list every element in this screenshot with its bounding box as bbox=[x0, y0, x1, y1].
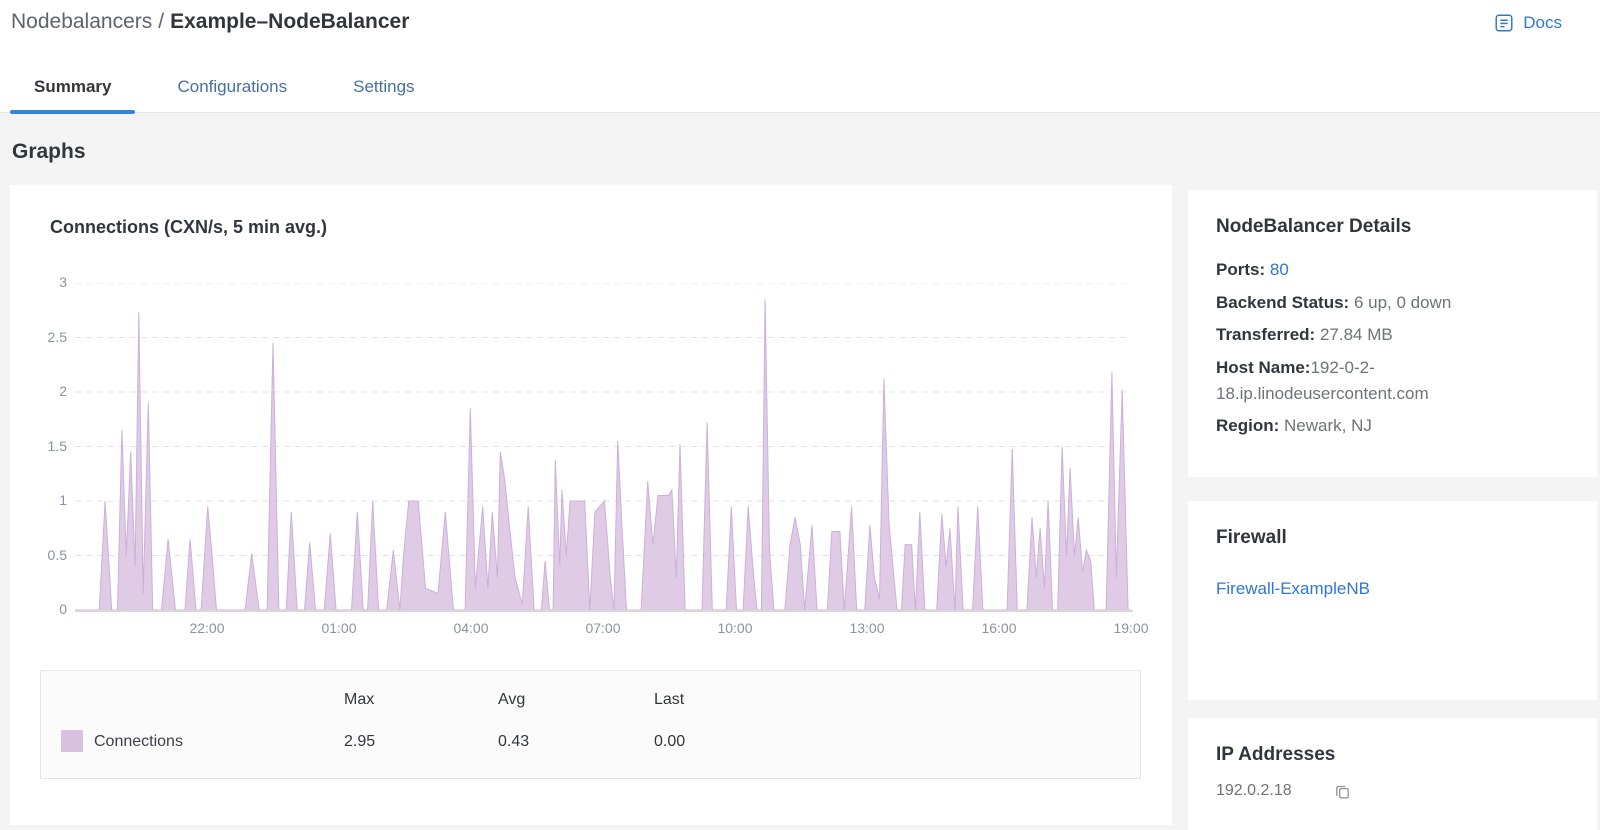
y-axis-tick-label: 1.5 bbox=[47, 437, 67, 454]
connections-swatch bbox=[61, 730, 83, 752]
y-axis-tick-label: 0 bbox=[59, 601, 67, 617]
backend-status-row: Backend Status: 6 up, 0 down bbox=[1216, 287, 1569, 320]
connections-area bbox=[75, 299, 1131, 610]
copy-ip-button[interactable] bbox=[1334, 783, 1351, 800]
ports-label: Ports: bbox=[1216, 260, 1266, 279]
breadcrumb-nodebalancers-link[interactable]: Nodebalancers bbox=[11, 10, 152, 33]
page-title: Graphs bbox=[12, 140, 86, 163]
legend-value-max: 2.95 bbox=[344, 733, 376, 750]
ports-row: Ports: 80 bbox=[1216, 254, 1569, 287]
port-80-link[interactable]: 80 bbox=[1270, 260, 1289, 279]
tab-configurations[interactable]: Configurations bbox=[153, 62, 311, 112]
x-axis-tick-label: 13:00 bbox=[849, 620, 885, 636]
legend-value-avg: 0.43 bbox=[498, 733, 530, 750]
firewall-panel: Firewall Firewall-ExampleNB bbox=[1188, 501, 1597, 700]
y-axis-tick-label: 0.5 bbox=[47, 546, 67, 563]
x-axis-tick-label: 10:00 bbox=[717, 620, 753, 636]
firewall-panel-title: Firewall bbox=[1216, 527, 1287, 548]
tab-configurations-label: Configurations bbox=[177, 77, 288, 96]
region-label: Region: bbox=[1216, 415, 1280, 435]
ip-addresses-panel: IP Addresses 192.0.2.18 bbox=[1188, 718, 1597, 830]
tab-bar: Summary Configurations Settings bbox=[10, 62, 457, 114]
nodebalancer-details-panel: NodeBalancer Details Ports: 80 Backend S… bbox=[1188, 190, 1597, 477]
region-value: Newark, NJ bbox=[1284, 415, 1372, 435]
backend-status-label: Backend Status: bbox=[1216, 292, 1350, 312]
connections-area-svg bbox=[75, 283, 1131, 610]
page-header: Nodebalancers / Example–NodeBalancer Docs … bbox=[0, 0, 1600, 114]
x-axis-tick-label: 04:00 bbox=[453, 620, 489, 636]
x-axis-tick-label: 16:00 bbox=[981, 620, 1017, 636]
tab-summary-label: Summary bbox=[34, 77, 112, 96]
docs-link[interactable]: Docs bbox=[1493, 12, 1562, 34]
ip-address-row: 192.0.2.18 bbox=[1216, 782, 1569, 800]
y-axis-tick-label: 1 bbox=[59, 492, 67, 508]
host-name-label: Host Name: bbox=[1216, 357, 1311, 377]
y-axis-tick-label: 2 bbox=[59, 383, 67, 399]
backend-status-value: 6 up, 0 down bbox=[1353, 292, 1452, 312]
copy-icon bbox=[1335, 785, 1349, 799]
tab-summary[interactable]: Summary bbox=[10, 62, 136, 114]
y-axis-tick-label: 3 bbox=[59, 274, 67, 290]
ip-address-value: 192.0.2.18 bbox=[1216, 782, 1292, 799]
connections-area-chart: 0 0.5 1 1.5 2 2.5 3 22:00 01:00 04:00 07:00 10:00 13… bbox=[48, 274, 1149, 636]
breadcrumb-current: Example–NodeBalancer bbox=[170, 10, 410, 33]
active-tab-underline bbox=[10, 110, 136, 114]
y-axis-tick-label: 2.5 bbox=[47, 328, 67, 345]
transferred-label: Transferred: bbox=[1216, 325, 1316, 344]
transferred-value: 27.84 MB bbox=[1319, 325, 1393, 344]
x-axis-tick-label: 22:00 bbox=[189, 620, 225, 636]
breadcrumb: Nodebalancers / Example–NodeBalancer bbox=[11, 10, 409, 34]
legend-header-avg: Avg bbox=[498, 691, 526, 708]
legend-header-last: Last bbox=[654, 691, 685, 708]
x-axis-tick-label: 01:00 bbox=[321, 620, 357, 636]
details-panel-title: NodeBalancer Details bbox=[1216, 216, 1412, 237]
chart-title: Connections (CXN/s, 5 min avg.) bbox=[50, 217, 328, 237]
docs-label: Docs bbox=[1523, 13, 1562, 32]
legend-table: Max Avg Last Connections 2.95 0.43 0.00 bbox=[40, 670, 1141, 779]
host-name-row: Host Name:192-0-2-18.ip.linodeuserconten… bbox=[1216, 355, 1546, 407]
ip-panel-title: IP Addresses bbox=[1216, 744, 1336, 765]
docs-icon bbox=[1495, 14, 1513, 32]
tab-settings-label: Settings bbox=[353, 77, 415, 96]
legend-value-last: 0.00 bbox=[654, 733, 686, 750]
x-axis-line bbox=[75, 610, 1133, 612]
breadcrumb-separator: / bbox=[158, 10, 165, 33]
x-axis-tick-label: 19:00 bbox=[1113, 620, 1149, 636]
tab-settings[interactable]: Settings bbox=[329, 62, 438, 112]
transferred-row: Transferred: 27.84 MB bbox=[1216, 319, 1569, 352]
legend-header-max: Max bbox=[344, 691, 375, 708]
x-axis-tick-label: 07:00 bbox=[585, 620, 621, 636]
legend-series-name: Connections bbox=[94, 733, 183, 750]
connections-graph-panel: Connections (CXN/s, 5 min avg.) 0 0.5 1 1.5… bbox=[10, 185, 1172, 825]
region-row: Region: Newark, NJ bbox=[1216, 410, 1569, 443]
firewall-link[interactable]: Firewall-ExampleNB bbox=[1216, 579, 1370, 599]
